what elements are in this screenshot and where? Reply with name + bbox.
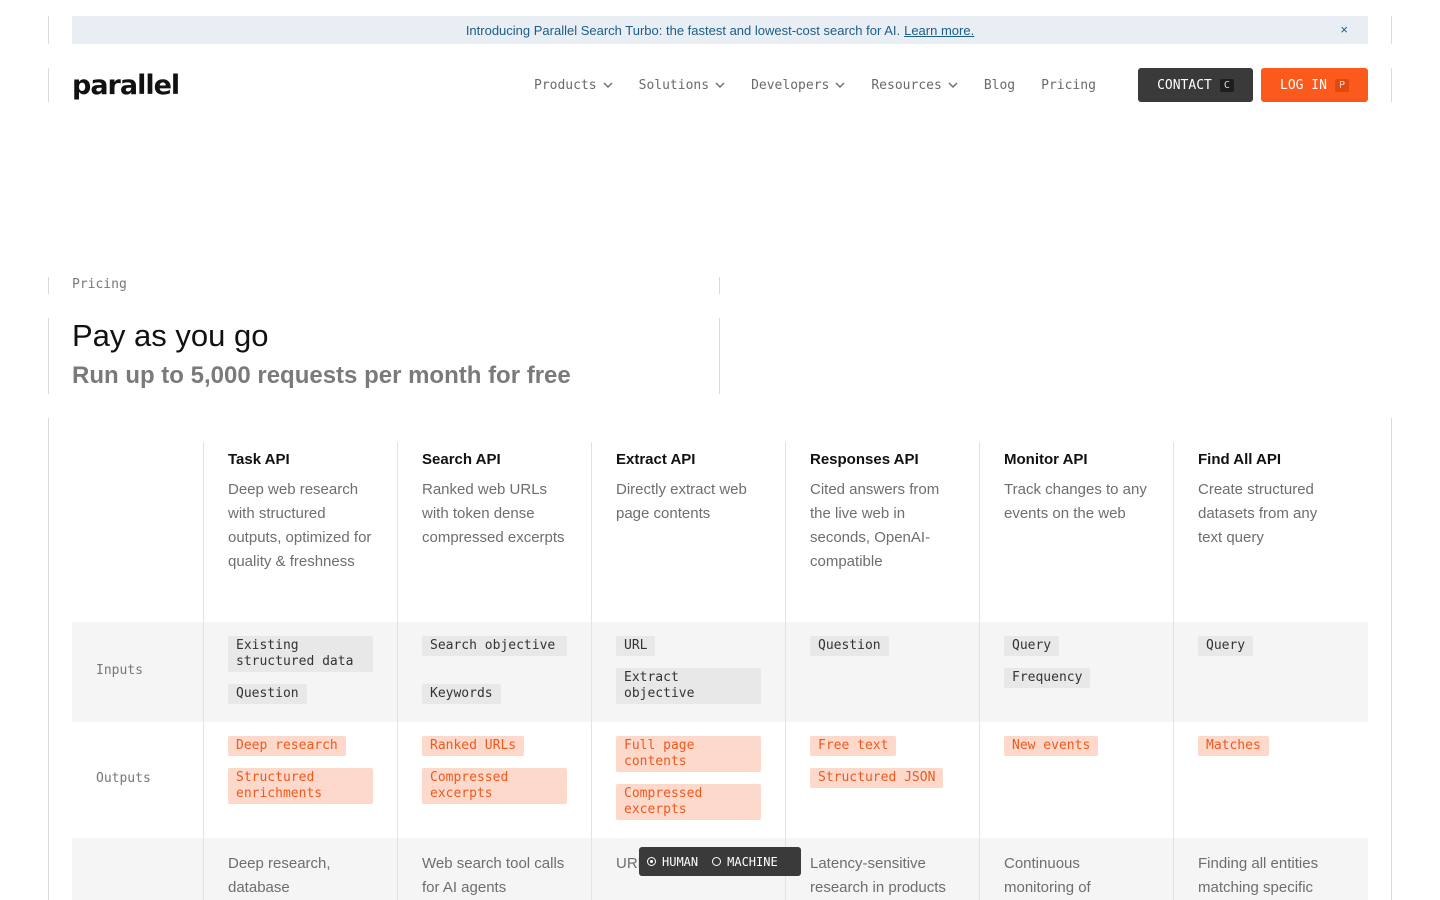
input-chip: Search objective	[422, 636, 567, 656]
contact-button-label: CONTACT	[1157, 77, 1212, 93]
output-chip: Structured enrichments	[228, 768, 373, 804]
api-title: Find All API	[1198, 451, 1282, 468]
output-chip: Structured JSON	[810, 768, 944, 788]
radio-unselected-icon	[712, 857, 722, 866]
frame-mid-eyebrow	[719, 277, 720, 294]
banner-learn-more-link[interactable]: Learn more.	[904, 23, 974, 38]
api-title: Monitor API	[1004, 451, 1088, 468]
nav-solutions-label: Solutions	[638, 77, 710, 93]
output-chip: New events	[1004, 736, 1099, 756]
nav-blog[interactable]: Blog	[984, 78, 1015, 93]
frame-left-eyebrow	[48, 277, 49, 294]
nav-developers-label: Developers	[751, 77, 830, 93]
column-divider	[203, 442, 204, 900]
inputs-row-label: Inputs	[96, 663, 143, 678]
api-description: Track changes to any events on the web	[1004, 481, 1147, 522]
api-usecase: Finding all entities matching specific	[1198, 855, 1319, 896]
frame-right-top	[1391, 16, 1392, 44]
output-chip: Ranked URLs	[422, 736, 525, 756]
radio-selected-icon	[647, 857, 656, 866]
toggle-machine-label: MACHINE	[727, 854, 778, 869]
api-usecase: Deep research, database	[228, 855, 331, 896]
column-divider	[1173, 442, 1174, 900]
input-chip: Question	[228, 684, 307, 704]
output-chip: Compressed excerpts	[616, 784, 761, 820]
column-divider	[979, 442, 980, 900]
banner-text: Introducing Parallel Search Turbo: the f…	[465, 22, 901, 38]
frame-left-header	[48, 68, 49, 102]
api-description: Ranked web URLs with token dense compres…	[422, 481, 565, 546]
outputs-row-label: Outputs	[96, 771, 151, 786]
toggle-human-option[interactable]: HUMAN	[647, 855, 698, 869]
input-chip: Query	[1198, 636, 1254, 656]
input-chip: URL	[616, 636, 656, 656]
human-machine-toggle: HUMAN MACHINE	[639, 847, 801, 876]
input-chip: Frequency	[1004, 668, 1091, 688]
api-usecase: Continuous monitoring of	[1004, 855, 1091, 896]
output-chip: Compressed excerpts	[422, 768, 567, 804]
announcement-banner: Introducing Parallel Search Turbo: the f…	[72, 16, 1368, 44]
nav-products-label: Products	[534, 77, 597, 93]
nav-developers[interactable]: Developers	[751, 78, 845, 93]
frame-right-header	[1391, 68, 1392, 102]
input-chip: Extract objective	[616, 668, 761, 704]
input-chip: Keywords	[422, 684, 501, 704]
nav-blog-label: Blog	[983, 77, 1016, 93]
api-title: Responses API	[810, 451, 919, 468]
api-title: Extract API	[616, 451, 696, 468]
nav-resources-label: Resources	[871, 77, 942, 93]
login-button-label: LOG IN	[1280, 77, 1327, 93]
output-chip: Deep research	[228, 736, 346, 756]
column-divider	[591, 442, 592, 900]
api-description: Deep web research with structured output…	[228, 481, 372, 570]
column-divider	[785, 442, 786, 900]
output-chip: Matches	[1198, 736, 1269, 756]
api-usecase: Latency-sensitive research in products	[810, 855, 946, 896]
column-divider	[397, 442, 398, 900]
contact-button[interactable]: CONTACT C	[1138, 68, 1253, 102]
api-usecase: Web search tool calls for AI agents	[422, 855, 565, 896]
page-subtitle: Run up to 5,000 requests per month for f…	[72, 362, 571, 389]
frame-left-title	[48, 318, 49, 394]
banner-close-icon[interactable]: ×	[1340, 22, 1348, 37]
nav-pricing[interactable]: Pricing	[1041, 78, 1096, 93]
api-title: Search API	[422, 451, 501, 468]
api-description: Create structured datasets from any text…	[1198, 481, 1318, 546]
nav-products[interactable]: Products	[534, 78, 613, 93]
frame-left-table	[48, 418, 49, 900]
api-description: Cited answers from the live web in secon…	[810, 481, 940, 570]
toggle-machine-option[interactable]: MACHINE	[712, 855, 778, 869]
page-title: Pay as you go	[72, 318, 269, 353]
input-chip: Existing structured data	[228, 636, 373, 672]
api-title: Task API	[228, 451, 290, 468]
login-button[interactable]: LOG IN P	[1261, 68, 1368, 102]
input-chip: Question	[810, 636, 889, 656]
main-nav: Products Solutions Developers Resources …	[534, 68, 1122, 102]
chevron-down-icon	[715, 82, 725, 88]
contact-shortcut-key: C	[1219, 78, 1234, 92]
input-chip: Query	[1004, 636, 1060, 656]
frame-left-top	[48, 16, 49, 44]
logo[interactable]: parallel	[72, 70, 180, 101]
chevron-down-icon	[603, 82, 613, 88]
nav-pricing-label: Pricing	[1041, 77, 1096, 93]
nav-resources[interactable]: Resources	[871, 77, 958, 93]
api-description: Directly extract web page contents	[616, 481, 747, 522]
login-shortcut-key: P	[1334, 78, 1349, 92]
chevron-down-icon	[948, 82, 958, 88]
pricing-eyebrow: Pricing	[72, 277, 127, 292]
nav-solutions[interactable]: Solutions	[639, 78, 725, 93]
chevron-down-icon	[835, 82, 845, 88]
toggle-human-label: HUMAN	[662, 854, 699, 869]
output-chip: Free text	[810, 736, 897, 756]
frame-mid-title	[719, 318, 720, 394]
frame-right-table	[1391, 418, 1392, 900]
output-chip: Full page contents	[616, 736, 761, 772]
